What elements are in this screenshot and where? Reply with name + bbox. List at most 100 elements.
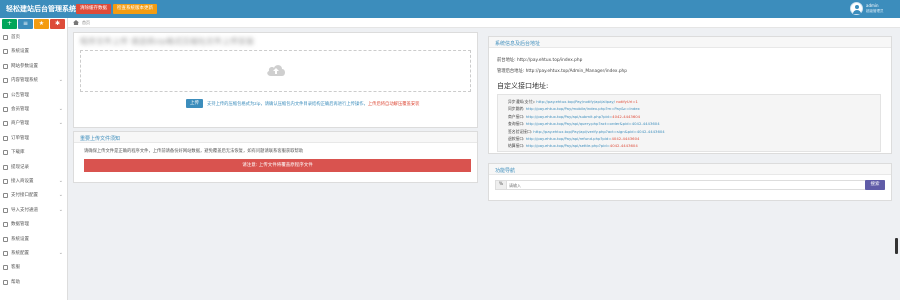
- sidebar-item[interactable]: 网站参数设置: [0, 61, 67, 72]
- star-icon[interactable]: ★: [34, 19, 49, 29]
- upload-panel-title: 程序文件上传 请选择zip格式压缩包文件上传安装: [80, 37, 255, 46]
- clear-cache-button[interactable]: 清除缓存数据: [76, 4, 111, 14]
- chevron-down-icon: ⌄: [58, 106, 63, 112]
- chevron-down-icon: ⌄: [58, 178, 63, 184]
- menu-item-icon: [3, 135, 8, 141]
- brand-logo[interactable]: 轻松建站后台管理系统: [6, 4, 76, 14]
- chevron-down-icon: ⌄: [58, 192, 63, 199]
- sidebar-item-label: 客服: [11, 265, 20, 271]
- api-section-heading: 自定义接口地址:: [497, 82, 549, 90]
- menu-item-icon: [3, 49, 8, 55]
- api-url-line[interactable]: 结算接口: http://pay.ehtux.top/Pay/api/settl…: [508, 143, 638, 149]
- api-url-value: http://pay.ehtux.top/Pay/mobile/index.ph…: [525, 106, 640, 112]
- api-url-key: 同步跳转:: [508, 106, 526, 112]
- sidebar-item[interactable]: 下载库: [0, 147, 67, 158]
- sidebar-item[interactable]: 会员管理 ⌄: [0, 104, 67, 115]
- notice-panel-title: 重要上传文件须知: [80, 136, 121, 142]
- api-url-value: http://pay.ehtux.top/Pay/api/settle.php?…: [525, 143, 610, 149]
- plus-icon[interactable]: +: [2, 19, 17, 29]
- sidebar-item[interactable]: 支付接口配置 ⌄: [0, 190, 67, 201]
- search-panel: 功能导航 % 搜索: [488, 163, 892, 201]
- api-url-key: 结算接口:: [508, 143, 526, 149]
- sidebar-item[interactable]: 系统设置: [0, 234, 67, 245]
- menu-item-icon: [3, 193, 8, 199]
- sidebar-item-label: 内容管理系统: [11, 78, 38, 84]
- upload-note: 支持上传的压缩包格式为zip，请确认压缩包内文件目录结构正确后再进行上传操作，上…: [207, 101, 419, 107]
- api-url-line[interactable]: 退款接口: http://pay.ehtux.top/Pay/api/refun…: [508, 136, 639, 142]
- search-panel-header: 功能导航: [489, 164, 891, 175]
- sidebar-item[interactable]: 提现记录: [0, 162, 67, 173]
- sidebar-item-label: 系统配置: [11, 251, 29, 256]
- api-url-key: 商户接口:: [508, 113, 526, 119]
- api-url-token: 4042-4443604: [611, 136, 640, 141]
- search-button[interactable]: 搜索: [865, 180, 885, 190]
- search-panel-title: 功能导航: [495, 168, 516, 174]
- home-icon[interactable]: [73, 20, 79, 25]
- api-url-value: http://pay.ehtux.top/Pay/notify/api/alip…: [536, 99, 615, 104]
- sidebar-item[interactable]: 首页: [0, 32, 67, 43]
- sidebar-item-label: 接入商设置: [11, 179, 34, 184]
- sidebar-item[interactable]: 客服: [0, 262, 67, 273]
- breadcrumb-home[interactable]: 首页: [82, 20, 90, 26]
- api-url-key: 查询接口:: [508, 121, 526, 127]
- sidebar-item-label: 系统设置: [11, 49, 29, 55]
- sidebar-item[interactable]: 导入支付通道 ⌄: [0, 205, 67, 216]
- sidebar-item-label: 首页: [11, 35, 20, 40]
- sidebar-item[interactable]: 接入商设置 ⌄: [0, 176, 67, 187]
- menu-item-icon: [3, 150, 8, 156]
- menu-item-icon: [3, 279, 8, 285]
- chevron-down-icon: ⌄: [58, 206, 63, 213]
- menu-item-icon: [3, 179, 8, 184]
- info-panel-header: 系统信息及后台地址: [489, 37, 891, 48]
- sidebar-item[interactable]: 商户管理 ⌄: [0, 118, 67, 129]
- sidebar-item[interactable]: 内容管理系统 ⌄: [0, 75, 67, 86]
- sidebar-item[interactable]: 订单管理: [0, 133, 67, 144]
- upload-dropzone[interactable]: [80, 50, 471, 92]
- sidebar: + ≡ ★ ✱ 首页 系统设置 网站参数设置 内容管理系统 ⌄ 公告管理 会员管理 ⌄ 商户管理…: [0, 18, 68, 300]
- page-scrollbar[interactable]: [895, 238, 898, 254]
- notice-text: 请确保上传文件是正确的程序文件，上传前请备份好网站数据，避免覆盖后无法恢复，如有…: [84, 149, 304, 154]
- api-url-line[interactable]: 商户接口: http://pay.ehtux.top/Pay/api/submi…: [508, 114, 640, 120]
- api-url-line[interactable]: 签名验证接口: http://pay.ehtux.top/Pay/api/ver…: [508, 129, 665, 135]
- user-menu[interactable]: admin 超级管理员: [850, 2, 890, 16]
- api-url-value: http://pay.ehtux.top/Pay/api/refund.php?…: [525, 136, 612, 141]
- admin-url[interactable]: 管理后台地址: http://pay.ehtux.top/Admin_Manag…: [497, 68, 627, 74]
- sidebar-item-label: 订单管理: [11, 135, 29, 141]
- sidebar-item[interactable]: 帮助: [0, 277, 67, 288]
- api-url-line[interactable]: 异步通知(支付): http://pay.ehtux.top/Pay/notif…: [508, 99, 638, 105]
- check-update-button[interactable]: 检查系统版本更新: [113, 4, 157, 14]
- notice-panel: 重要上传文件须知 请确保上传文件是正确的程序文件，上传前请备份好网站数据，避免覆…: [73, 131, 478, 183]
- menu-item-icon: [3, 251, 8, 256]
- sidebar-item[interactable]: 系统配置 ⌄: [0, 248, 67, 259]
- menu-item-icon: [3, 265, 8, 271]
- upload-note-text: 支持上传的压缩包格式为zip，请确认压缩包内文件目录结构正确后再进行上传操作，: [207, 102, 368, 107]
- menu-item-icon: [3, 121, 8, 127]
- menu-item-icon: [3, 35, 8, 40]
- avatar[interactable]: [850, 2, 863, 15]
- sidebar-item[interactable]: 数据管理: [0, 219, 67, 230]
- frontend-url[interactable]: 前台地址: http://pay.ehtux.top/index.php: [497, 57, 582, 63]
- list-icon[interactable]: ≡: [18, 19, 33, 29]
- upload-button[interactable]: 上传: [186, 99, 203, 108]
- sidebar-item-label: 导入支付通道: [11, 207, 38, 213]
- breadcrumb: 首页: [68, 18, 900, 28]
- api-url-line[interactable]: 查询接口: http://pay.ehtux.top/Pay/api/query…: [508, 121, 660, 127]
- search-input-group: % 搜索: [495, 180, 885, 190]
- info-panel: 系统信息及后台地址 前台地址: http://pay.ehtux.top/ind…: [488, 36, 892, 154]
- menu-item-icon: [3, 78, 8, 84]
- sidebar-item-label: 网站参数设置: [11, 63, 38, 69]
- user-role: 超级管理员: [866, 9, 884, 13]
- upload-note-warning: 上传后将自动解压覆盖安装: [367, 102, 420, 107]
- sidebar-item-label: 提现记录: [11, 164, 29, 170]
- api-url-key: 退款接口:: [508, 136, 526, 141]
- search-input[interactable]: [509, 181, 859, 189]
- chevron-down-icon: ⌄: [58, 120, 63, 127]
- api-url-key: 异步通知(支付):: [508, 99, 537, 104]
- sidebar-item[interactable]: 系统设置: [0, 46, 67, 57]
- sidebar-item[interactable]: 公告管理: [0, 90, 67, 101]
- sidebar-item-label: 会员管理: [11, 107, 29, 112]
- api-url-value: http://pay.ehtux.top/Pay/api/query.php?a…: [525, 121, 660, 127]
- settings-icon[interactable]: ✱: [50, 19, 65, 29]
- warning-bar[interactable]: 请注意: 上传文件将覆盖原程序文件: [84, 159, 471, 172]
- api-url-line[interactable]: 同步跳转: http://pay.ehtux.top/Pay/mobile/in…: [508, 106, 640, 112]
